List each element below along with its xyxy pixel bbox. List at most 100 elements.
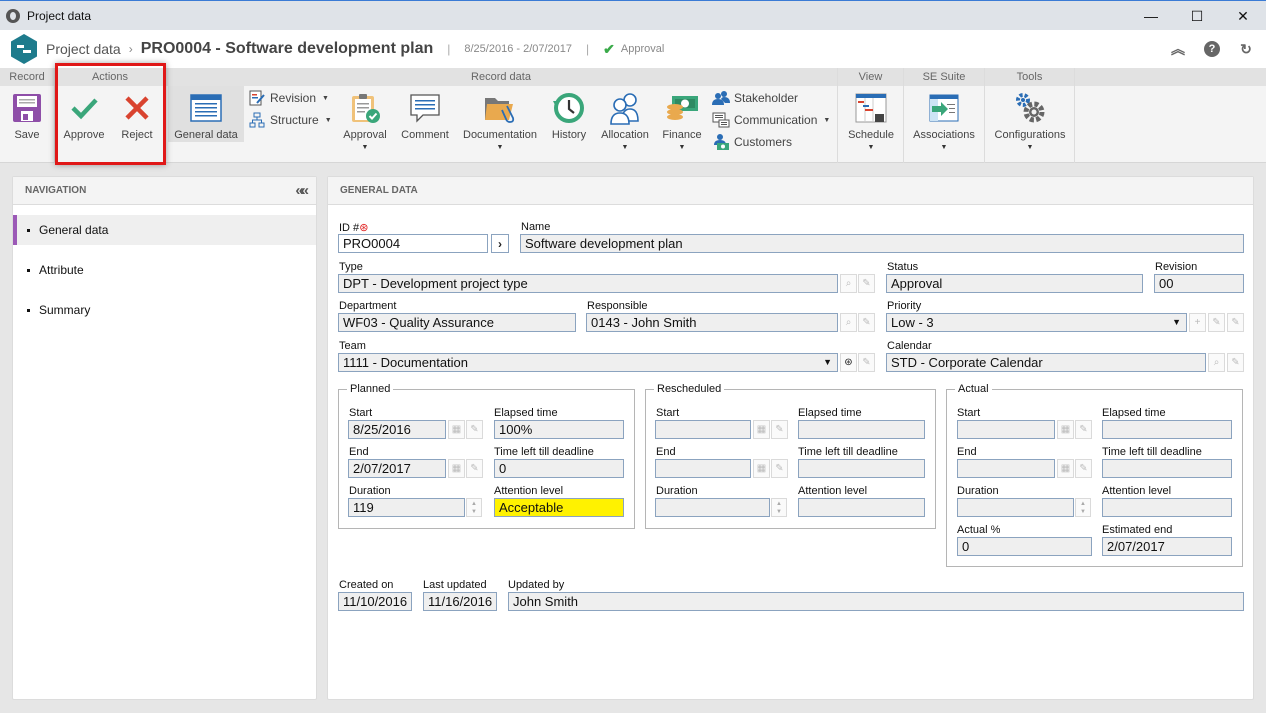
team-binoculars-icon[interactable]: ⊛ — [840, 353, 857, 372]
planned-duration-stepper[interactable]: ▲ ▼ — [466, 498, 482, 517]
history-clock-icon — [552, 91, 586, 125]
go-arrow-button[interactable]: › — [491, 234, 509, 253]
planned-end-clear-icon[interactable]: ✎ — [466, 459, 483, 478]
team-clear-icon[interactable]: ✎ — [858, 353, 875, 372]
structure-button[interactable]: Structure ▼ — [248, 110, 332, 130]
actual-end-clear-icon[interactable]: ✎ — [1075, 459, 1092, 478]
nav-item-attribute[interactable]: Attribute — [13, 255, 316, 285]
approval-caret-icon: ▼ — [361, 144, 369, 151]
collapse-up-icon[interactable]: ︽ — [1168, 39, 1188, 59]
actual-duration-field[interactable] — [957, 498, 1074, 517]
documentation-button[interactable]: Documentation ▼ — [460, 86, 540, 162]
schedule-label: Schedule — [848, 129, 894, 141]
communication-button[interactable]: Communication ▼ — [712, 110, 830, 130]
rescheduled-start-calendar-icon[interactable]: ▦ — [753, 420, 770, 439]
navigation-panel: NAVIGATION «« General data Attribute Sum… — [12, 176, 317, 700]
nav-item-general-data[interactable]: General data — [13, 215, 316, 245]
finance-button[interactable]: Finance ▼ — [658, 86, 706, 162]
refresh-icon[interactable]: ↻ — [1236, 39, 1256, 59]
planned-end-field[interactable]: 2/07/2017 — [348, 459, 446, 478]
documentation-caret-icon: ▼ — [496, 144, 504, 151]
breadcrumb-root[interactable]: Project data — [46, 41, 121, 57]
name-field[interactable]: Software development plan — [520, 234, 1244, 253]
close-button[interactable]: ✕ — [1220, 1, 1266, 31]
priority-select[interactable]: Low - 3 ▼ — [886, 313, 1187, 332]
actual-end-calendar-icon[interactable]: ▦ — [1057, 459, 1074, 478]
created-on-field: 11/10/2016 — [338, 592, 412, 611]
type-clear-icon[interactable]: ✎ — [858, 274, 875, 293]
actual-start-clear-icon[interactable]: ✎ — [1075, 420, 1092, 439]
planned-start-clear-icon[interactable]: ✎ — [466, 420, 483, 439]
allocation-button[interactable]: Allocation ▼ — [598, 86, 652, 162]
team-select[interactable]: 1111 - Documentation ▼ — [338, 353, 838, 372]
type-field[interactable]: DPT - Development project type — [338, 274, 838, 293]
rescheduled-duration-stepper[interactable]: ▲ ▼ — [771, 498, 787, 517]
header-divider: | — [586, 42, 590, 56]
rescheduled-end-calendar-icon[interactable]: ▦ — [753, 459, 770, 478]
help-button[interactable]: ? — [1202, 39, 1222, 59]
approve-button[interactable]: Approve — [60, 86, 108, 162]
planned-start-field[interactable]: 8/25/2016 — [348, 420, 446, 439]
general-data-label: General data — [174, 129, 238, 141]
gears-icon — [1013, 91, 1047, 125]
customers-label: Customers — [734, 135, 793, 149]
rescheduled-attention-field — [798, 498, 925, 517]
header-divider: | — [447, 42, 451, 56]
rescheduled-attention-label: Attention level — [798, 485, 868, 497]
maximize-button[interactable]: ☐ — [1174, 1, 1220, 31]
history-button[interactable]: History — [546, 86, 592, 162]
actual-pct-field[interactable]: 0 — [957, 537, 1092, 556]
rescheduled-start-field[interactable] — [655, 420, 751, 439]
finance-label: Finance — [662, 129, 702, 141]
minimize-button[interactable]: — — [1128, 1, 1174, 31]
actual-end-field[interactable] — [957, 459, 1055, 478]
rescheduled-end-clear-icon[interactable]: ✎ — [771, 459, 788, 478]
department-field[interactable]: WF03 - Quality Assurance — [338, 313, 576, 332]
money-coins-icon — [665, 91, 699, 125]
calendar-clear-icon[interactable]: ✎ — [1227, 353, 1244, 372]
calendar-field[interactable]: STD - Corporate Calendar — [886, 353, 1206, 372]
reject-button[interactable]: Reject — [114, 86, 160, 162]
priority-add-icon[interactable]: + — [1189, 313, 1206, 332]
priority-edit-icon[interactable]: ✎ — [1208, 313, 1225, 332]
general-data-button[interactable]: General data — [168, 86, 244, 142]
bullet-icon — [27, 268, 30, 272]
rescheduled-end-field[interactable] — [655, 459, 751, 478]
responsible-search-icon[interactable]: ⌕ — [840, 313, 857, 332]
calendar-search-icon[interactable]: ⌕ — [1208, 353, 1225, 372]
stakeholder-button[interactable]: Stakeholder — [712, 88, 798, 108]
rescheduled-timeleft-label: Time left till deadline — [798, 446, 898, 458]
group-title-record: Record — [0, 68, 54, 86]
responsible-clear-icon[interactable]: ✎ — [858, 313, 875, 332]
rescheduled-end-label: End — [656, 446, 676, 458]
collapse-panel-icon[interactable]: «« — [295, 177, 309, 205]
actual-start-field[interactable] — [957, 420, 1055, 439]
nav-item-summary[interactable]: Summary — [13, 295, 316, 325]
revision-button[interactable]: Revision ▼ — [248, 88, 329, 108]
approval-status-icon: ✔ — [603, 40, 615, 57]
schedule-button[interactable]: Schedule ▼ — [842, 86, 900, 162]
reject-label: Reject — [121, 129, 153, 141]
type-search-icon[interactable]: ⌕ — [840, 274, 857, 293]
save-button[interactable]: Save — [6, 86, 48, 162]
rescheduled-start-clear-icon[interactable]: ✎ — [771, 420, 788, 439]
customers-button[interactable]: Customers — [712, 132, 792, 152]
actual-start-calendar-icon[interactable]: ▦ — [1057, 420, 1074, 439]
priority-clear-icon[interactable]: ✎ — [1227, 313, 1244, 332]
comment-button[interactable]: Comment — [398, 86, 452, 162]
approval-button[interactable]: Approval ▼ — [340, 86, 390, 162]
rescheduled-elapsed-field — [798, 420, 925, 439]
priority-value: Low - 3 — [891, 315, 934, 330]
configurations-button[interactable]: Configurations ▼ — [990, 86, 1070, 162]
general-data-header: GENERAL DATA — [328, 177, 1253, 205]
planned-start-calendar-icon[interactable]: ▦ — [448, 420, 465, 439]
rescheduled-duration-field[interactable] — [655, 498, 770, 517]
responsible-field[interactable]: 0143 - John Smith — [586, 313, 838, 332]
stakeholder-people-icon — [712, 89, 730, 107]
planned-duration-field[interactable]: 119 — [348, 498, 465, 517]
rescheduled-duration-label: Duration — [656, 485, 698, 497]
associations-button[interactable]: Associations ▼ — [908, 86, 980, 162]
planned-end-calendar-icon[interactable]: ▦ — [448, 459, 465, 478]
actual-duration-stepper[interactable]: ▲ ▼ — [1075, 498, 1091, 517]
id-input[interactable]: PRO0004 — [338, 234, 488, 253]
